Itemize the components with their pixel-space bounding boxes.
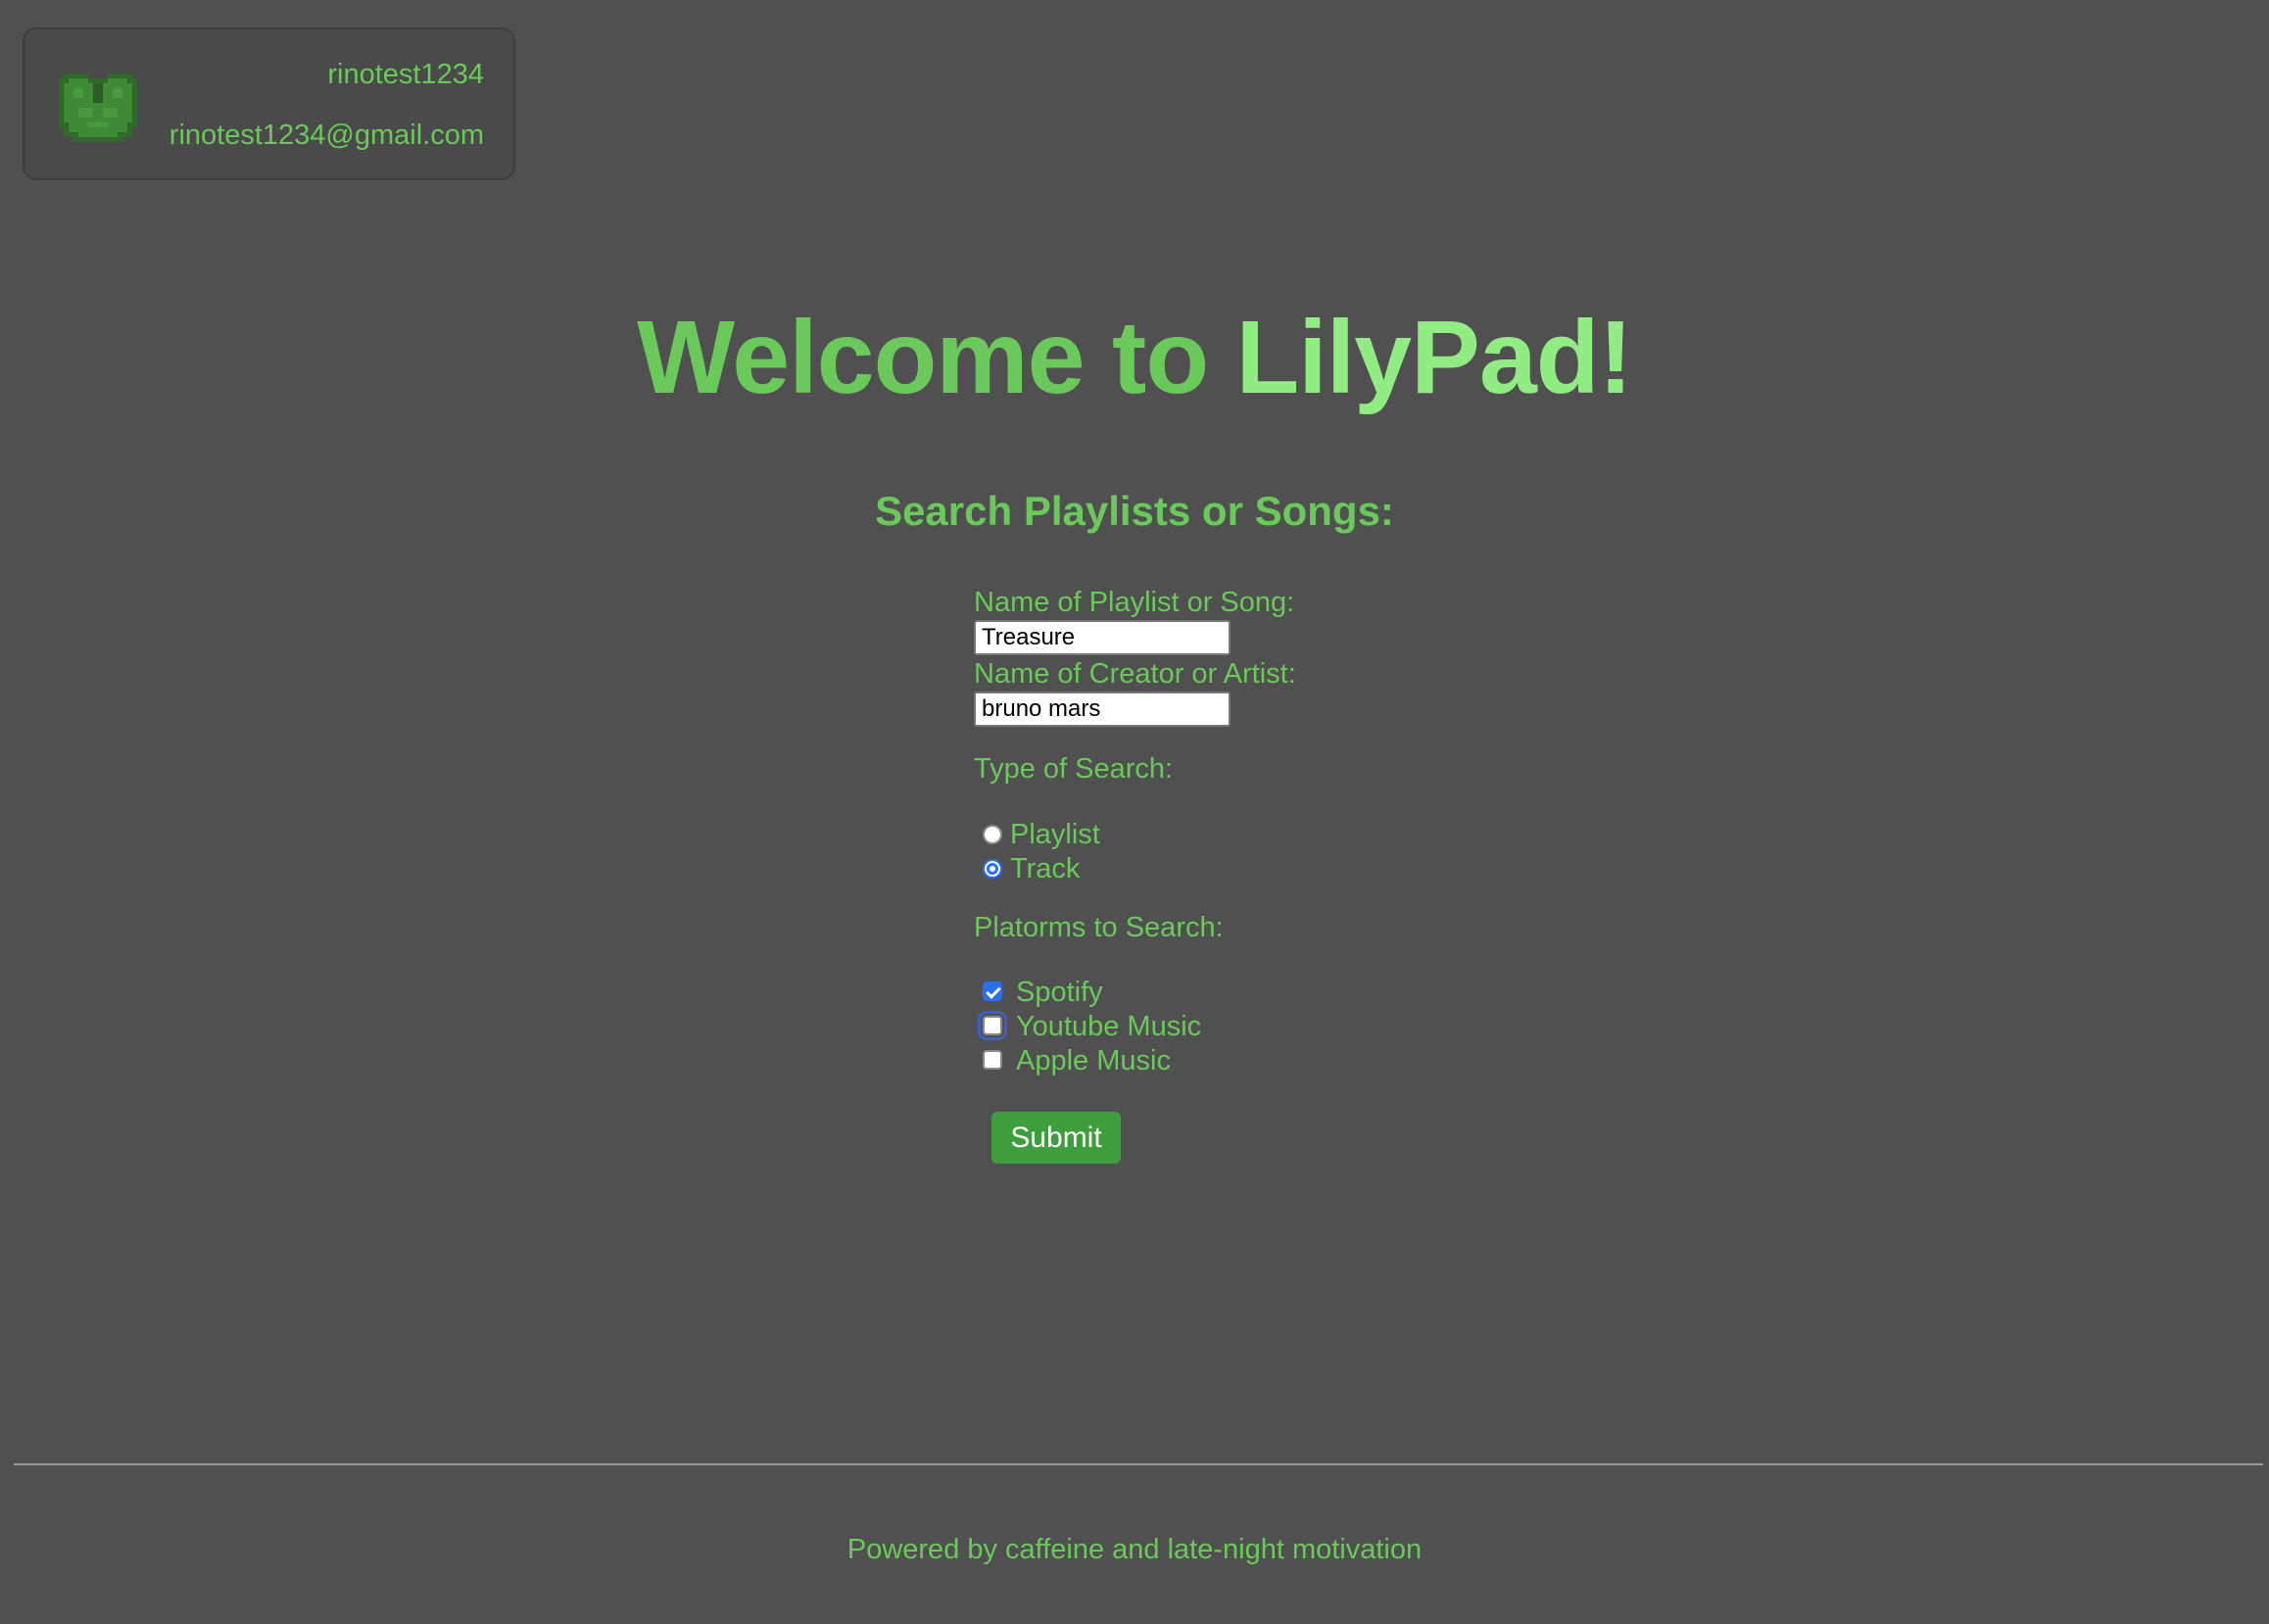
checkbox-youtube-music-label[interactable]: Youtube Music xyxy=(1016,1008,1201,1045)
radio-playlist-label[interactable]: Playlist xyxy=(1010,816,1100,853)
search-type-label: Type of Search: xyxy=(974,753,1174,785)
checkbox-youtube-music[interactable] xyxy=(978,1011,1007,1040)
checkbox-spotify-label[interactable]: Spotify xyxy=(1016,974,1103,1011)
radio-playlist[interactable] xyxy=(983,825,1002,844)
radio-track-label[interactable]: Track xyxy=(1010,850,1080,887)
page-title: Welcome to LilyPad! xyxy=(0,294,2269,421)
username-label: rinotest1234 xyxy=(327,59,484,90)
checkbox-spotify[interactable] xyxy=(983,981,1002,1001)
submit-button[interactable]: Submit xyxy=(991,1112,1121,1164)
creator-name-input[interactable] xyxy=(974,692,1231,727)
lily-pad-icon xyxy=(59,73,137,142)
creator-name-label: Name of Creator or Artist: xyxy=(974,658,1296,690)
playlist-name-input[interactable] xyxy=(974,620,1231,655)
footer-text: Powered by caffeine and late-night motiv… xyxy=(846,1534,1423,1565)
checkbox-apple-music-label[interactable]: Apple Music xyxy=(1016,1042,1171,1079)
title-welcome: Welcome to xyxy=(637,300,1209,415)
footer-divider xyxy=(14,1463,2263,1465)
platforms-label: Platorms to Search: xyxy=(974,912,1224,943)
radio-track[interactable] xyxy=(983,859,1002,879)
user-email-label: rinotest1234@gmail.com xyxy=(169,119,484,151)
playlist-name-label: Name of Playlist or Song: xyxy=(974,587,1295,618)
title-brand: LilyPad! xyxy=(1235,300,1633,415)
search-heading: Search Playlists or Songs: xyxy=(875,488,1394,534)
checkbox-apple-music[interactable] xyxy=(983,1050,1002,1070)
user-profile-card: rinotest1234 rinotest1234@gmail.com xyxy=(23,27,515,180)
